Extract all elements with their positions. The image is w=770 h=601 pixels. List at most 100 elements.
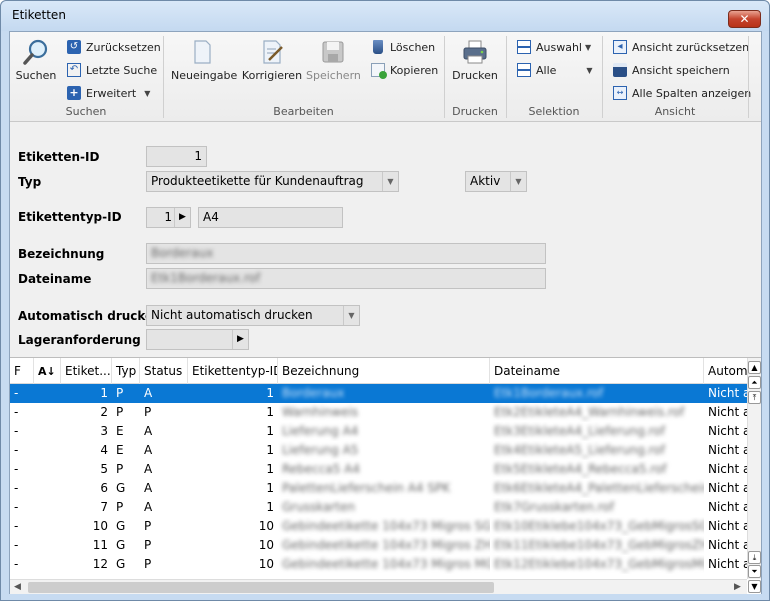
column-header-etikettentyp-id[interactable]: Etikettentyp-ID	[188, 358, 278, 384]
table-row[interactable]: - 7 P A 1 Grusskarten Etk7Grusskarten.rof Nicht…	[10, 498, 747, 517]
cell-etikettentyp-id-value: 1	[266, 424, 274, 438]
cell-status-value: A	[144, 424, 153, 438]
cell-bezeichnung: Borderaux	[278, 384, 490, 403]
bezeichnung-field[interactable]: Borderaux	[146, 243, 546, 264]
reset-view-icon: ◂	[613, 40, 627, 54]
cell-status-value: A	[144, 443, 153, 457]
chevron-down-icon: ▼	[382, 172, 398, 191]
copy-button[interactable]: Kopieren	[371, 61, 438, 79]
chevron-right-icon[interactable]: ▶	[174, 208, 190, 227]
correct-label: Korrigieren	[241, 69, 303, 82]
reset-button[interactable]: ↺ Zurücksetzen	[67, 38, 161, 56]
cell-etiketten-id: 7	[61, 498, 112, 517]
table-row[interactable]: -1 P A 1 Borderaux Etk1Borderaux.rof Nicht a	[10, 384, 747, 403]
cell-dateiname: Etk2EtikleteA4_Warnhinweis.rof	[490, 403, 704, 422]
cell-automatisch-value: Nicht a	[708, 462, 747, 476]
delete-button[interactable]: Löschen	[371, 38, 435, 56]
print-label: Drucken	[452, 69, 498, 82]
reset-view-button[interactable]: ◂ Ansicht zurücksetzen	[613, 38, 749, 56]
print-button[interactable]: Drucken	[450, 38, 500, 82]
table-row[interactable]: - 3 E A 1 Lieferung A4 Etk3EtikleteA4_Lieferun…	[10, 422, 747, 441]
cell-typ: E	[112, 422, 140, 441]
search-button[interactable]: Suchen	[14, 38, 58, 82]
cell-etikettentyp-id-value: 1	[266, 386, 274, 400]
correct-button[interactable]: Korrigieren	[240, 38, 304, 82]
scroll-top-icon[interactable]: ⤒	[748, 391, 761, 404]
show-all-columns-label: Alle Spalten anzeigen	[632, 86, 752, 100]
etikettentyp-id-label: Etikettentyp-ID	[18, 210, 122, 224]
column-header-typ[interactable]: Typ	[112, 358, 140, 384]
cell-bezeichnung-value: Lieferung A4	[282, 424, 359, 438]
bezeichnung-value: Borderaux	[151, 246, 214, 260]
column-header-bezeichnung[interactable]: Bezeichnung	[278, 358, 490, 384]
table-row[interactable]: -2 P P 1 Warnhinweis Etk2EtikleteA4_Warnhinwe…	[10, 403, 747, 422]
cell-bezeichnung-value: Warnhinweis	[282, 405, 359, 419]
new-entry-button[interactable]: Neueingabe	[171, 38, 237, 82]
table-row[interactable]: - 11 G P 10 Gebindeetikette 104x73 Migros ZH E…	[10, 536, 747, 555]
column-header-f[interactable]: F	[10, 358, 34, 384]
correct-icon	[263, 40, 283, 64]
selection-dropdown[interactable]: Auswahl ▼	[517, 38, 591, 56]
cell-etikettentyp-id-value: 1	[266, 405, 274, 419]
cell-automatisch: Nicht a	[704, 422, 747, 441]
close-button[interactable]: ✕	[728, 10, 761, 28]
cell-bezeichnung: Gebindeetikette 104x73 Migros ZH	[278, 536, 490, 555]
horizontal-scrollbar[interactable]: ◀ ▶	[10, 579, 747, 594]
table-row[interactable]: - 5 P A 1 Rebecca5 A4 Etk5EtikleteA4_Rebecca5.…	[10, 460, 747, 479]
show-all-columns-button[interactable]: ↔ Alle Spalten anzeigen	[613, 84, 751, 102]
lageranforderung-field[interactable]: ▶	[146, 329, 249, 350]
cell-etiketten-id-value: 6	[100, 481, 108, 495]
column-header-etiketten-id[interactable]: Etiket...	[61, 358, 112, 384]
dateiname-field[interactable]: Etk1Borderaux.rof	[146, 268, 546, 289]
chevron-right-icon[interactable]: ▶	[232, 330, 248, 349]
etiketten-id-field[interactable]: 1	[146, 146, 207, 167]
column-header-sort[interactable]: A↓	[34, 358, 61, 384]
cell-automatisch: Nicht a	[704, 384, 747, 403]
cell-bezeichnung-value: PalettenLieferschein A4 SPK	[282, 481, 451, 495]
cell-dateiname-value: Etk4EtikleteA5_Lieferung.rof	[494, 443, 665, 457]
typ-combo[interactable]: Produkteetikette für Kundenauftrag ▼	[146, 171, 399, 192]
automatisch-drucken-combo[interactable]: Nicht automatisch drucken ▼	[146, 305, 360, 326]
table-row[interactable]: - 10 G P 10 Gebindeetikette 104x73 Migros SG E…	[10, 517, 747, 536]
scroll-right-icon[interactable]: ▶	[734, 580, 741, 594]
save-button[interactable]: Speichern	[306, 38, 361, 82]
column-header-dateiname[interactable]: Dateiname	[490, 358, 704, 384]
status-combo[interactable]: Aktiv ▼	[465, 171, 527, 192]
cell-f-value: -	[14, 538, 19, 552]
cell-etikettentyp-id: 1	[188, 422, 278, 441]
save-icon	[322, 41, 344, 63]
etikettentyp-id-field[interactable]: 1 ▶	[146, 207, 191, 228]
cell-status-value: P	[144, 538, 152, 552]
scroll-bottom-icon[interactable]: ⤓	[748, 551, 761, 564]
divider	[748, 36, 749, 118]
column-header-automatisch[interactable]: Automa	[704, 358, 747, 384]
save-view-button[interactable]: Ansicht speichern	[613, 61, 730, 79]
vertical-scrollbar[interactable]: ▲ ⏶ ⤒ ⤓ ⏷	[747, 358, 761, 579]
scroll-page-up-icon[interactable]: ⏶	[748, 376, 761, 389]
cell-dateiname: Etk11Etiklebe104x73_GebMigrosZH.rof	[490, 536, 704, 555]
cell-etikettentyp-id-value: 10	[258, 538, 274, 552]
scroll-page-down-icon[interactable]: ⏷	[748, 565, 761, 578]
cell-bezeichnung: Rebecca5 A4	[278, 460, 490, 479]
group-label-selektion: Selektion	[528, 105, 580, 118]
extended-search-button[interactable]: + Erweitert ▼	[67, 84, 150, 102]
column-header-status[interactable]: Status	[140, 358, 188, 384]
scroll-up-icon[interactable]: ▲	[748, 361, 761, 374]
scroll-down-icon[interactable]: ▼	[748, 580, 761, 593]
etikettentyp-id-value: 1	[164, 210, 172, 224]
cell-typ-value: G	[116, 481, 126, 495]
cell-etiketten-id-value: 12	[92, 557, 108, 571]
cell-bezeichnung: Lieferung A5	[278, 441, 490, 460]
cell-f: -	[10, 403, 34, 422]
all-dropdown[interactable]: Alle ▼	[517, 61, 593, 79]
table-row[interactable]: - 6 G A 1 PalettenLieferschein A4 SPK Etk6Etik…	[10, 479, 747, 498]
cell-dateiname: Etk1Borderaux.rof	[490, 384, 704, 403]
window-title: Etiketten	[12, 8, 66, 22]
table-row[interactable]: - 12 G P 10 Gebindeetikette 104x73 Migros MGB…	[10, 555, 747, 574]
typ-label: Typ	[18, 175, 42, 189]
last-search-button[interactable]: ↶ Letzte Suche	[67, 61, 157, 79]
scroll-left-icon[interactable]: ◀	[14, 580, 21, 594]
horizontal-scroll-thumb[interactable]	[28, 582, 494, 593]
etiketten-id-label: Etiketten-ID	[18, 150, 100, 164]
table-row[interactable]: - 4 E A 1 Lieferung A5 Etk4EtikleteA5_Lieferun…	[10, 441, 747, 460]
